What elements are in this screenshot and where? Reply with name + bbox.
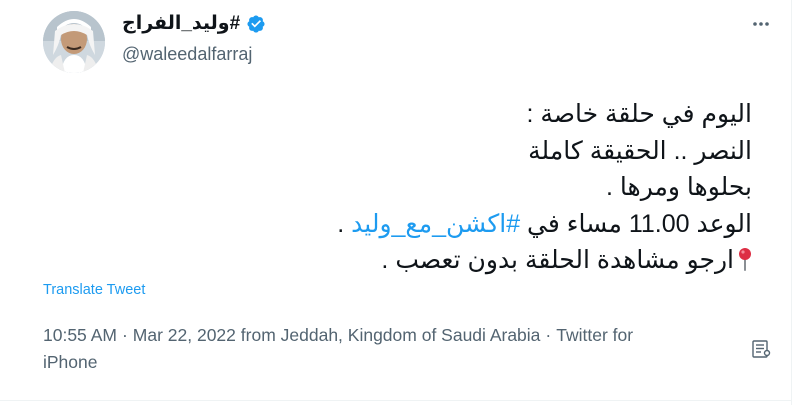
tweet-location: from Jeddah, Kingdom of Saudi Arabia xyxy=(240,325,541,345)
tweet-date[interactable]: Mar 22, 2022 xyxy=(133,325,236,345)
more-options-button[interactable] xyxy=(749,12,773,36)
display-name[interactable]: #وليد_الفراج xyxy=(122,12,240,35)
hashtag-link[interactable]: #اكشن_مع_وليد xyxy=(351,210,520,238)
tweet-line-4-after: . xyxy=(337,209,352,238)
verified-badge-icon xyxy=(247,14,265,33)
divider xyxy=(0,400,792,401)
meta-separator: · xyxy=(121,325,128,345)
tweet-line-3: بحلوها ومرها . xyxy=(606,173,752,201)
more-icon xyxy=(753,22,769,26)
tweet-line-4: الوعد 11.00 مساء في #اكشن_مع_وليد . xyxy=(252,206,752,243)
view-analytics-icon[interactable] xyxy=(750,338,772,360)
tweet-meta: 10:55 AM · Mar 22, 2022 from Jeddah, Kingd… xyxy=(43,322,723,376)
meta-separator: · xyxy=(545,325,552,345)
tweet-source-line-1[interactable]: Twitter for xyxy=(556,325,633,345)
card-border xyxy=(791,0,792,405)
avatar[interactable] xyxy=(43,11,105,73)
translate-tweet-link[interactable]: Translate Tweet xyxy=(43,282,145,298)
tweet-line-1: اليوم في حلقة خاصة : xyxy=(526,100,752,128)
tweet-line-5: ارجو مشاهدة الحلقة بدون تعصب . xyxy=(252,242,752,279)
tweet-card: #وليد_الفراج @waleedalfarraj اليوم في حل… xyxy=(0,0,800,405)
tweet-source-line-2[interactable]: iPhone xyxy=(43,352,98,372)
author-handle[interactable]: @waleedalfarraj xyxy=(122,44,252,65)
tweet-text: اليوم في حلقة خاصة : النصر .. الحقيقة كا… xyxy=(252,96,752,279)
tweet-line-4-before: الوعد 11.00 مساء في xyxy=(520,209,752,238)
tweet-time[interactable]: 10:55 AM xyxy=(43,325,117,345)
round-pushpin-icon xyxy=(739,248,751,271)
avatar-image xyxy=(43,11,105,73)
tweet-line-5-text: ارجو مشاهدة الحلقة بدون تعصب . xyxy=(381,246,734,274)
tweet-line-2: النصر .. الحقيقة كاملة xyxy=(528,136,752,165)
author-name-row[interactable]: #وليد_الفراج xyxy=(122,12,266,35)
